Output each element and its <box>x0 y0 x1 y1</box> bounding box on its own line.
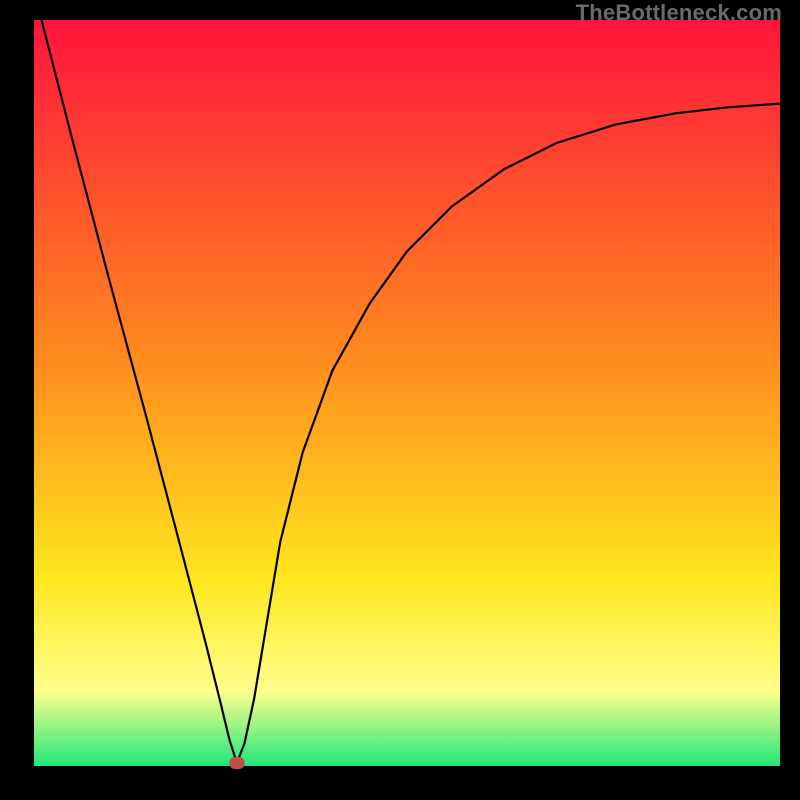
watermark-text: TheBottleneck.com <box>576 0 782 26</box>
chart-frame <box>34 20 780 766</box>
bottleneck-chart <box>34 20 780 766</box>
optimal-point-marker <box>229 757 244 769</box>
gradient-background <box>34 20 780 766</box>
